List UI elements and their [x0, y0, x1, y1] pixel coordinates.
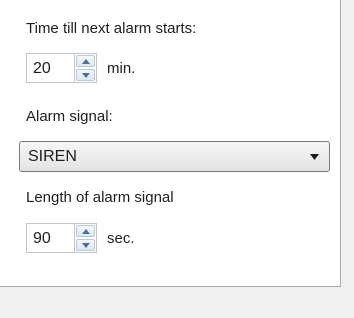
chevron-down-icon [81, 72, 90, 78]
chevron-up-icon [81, 228, 90, 234]
signal-length-input[interactable]: 90 [26, 223, 74, 253]
alarm-delay-spin-buttons [74, 53, 97, 83]
signal-length-label: Length of alarm signal [26, 189, 174, 206]
alarm-signal-value: SIREN [28, 147, 77, 165]
alarm-delay-unit: min. [107, 59, 136, 77]
signal-length-unit: sec. [107, 229, 135, 247]
caret-down-icon [310, 154, 319, 160]
signal-length-spinner: 90 sec. [26, 222, 135, 254]
alarm-signal-select[interactable]: SIREN [19, 141, 330, 172]
alarm-delay-spinner: 20 min. [26, 52, 135, 84]
alarm-delay-input[interactable]: 20 [26, 53, 74, 83]
alarm-delay-label: Time till next alarm starts: [26, 20, 197, 37]
alarm-delay-up-button[interactable] [76, 55, 95, 67]
signal-length-spin-buttons [74, 223, 97, 253]
settings-panel: Time till next alarm starts: 20 min. Ala… [0, 0, 341, 287]
alarm-signal-label: Alarm signal: [26, 108, 113, 125]
alarm-delay-down-button[interactable] [76, 69, 95, 81]
chevron-down-icon [81, 242, 90, 248]
signal-length-down-button[interactable] [76, 239, 95, 251]
chevron-up-icon [81, 58, 90, 64]
signal-length-up-button[interactable] [76, 225, 95, 237]
